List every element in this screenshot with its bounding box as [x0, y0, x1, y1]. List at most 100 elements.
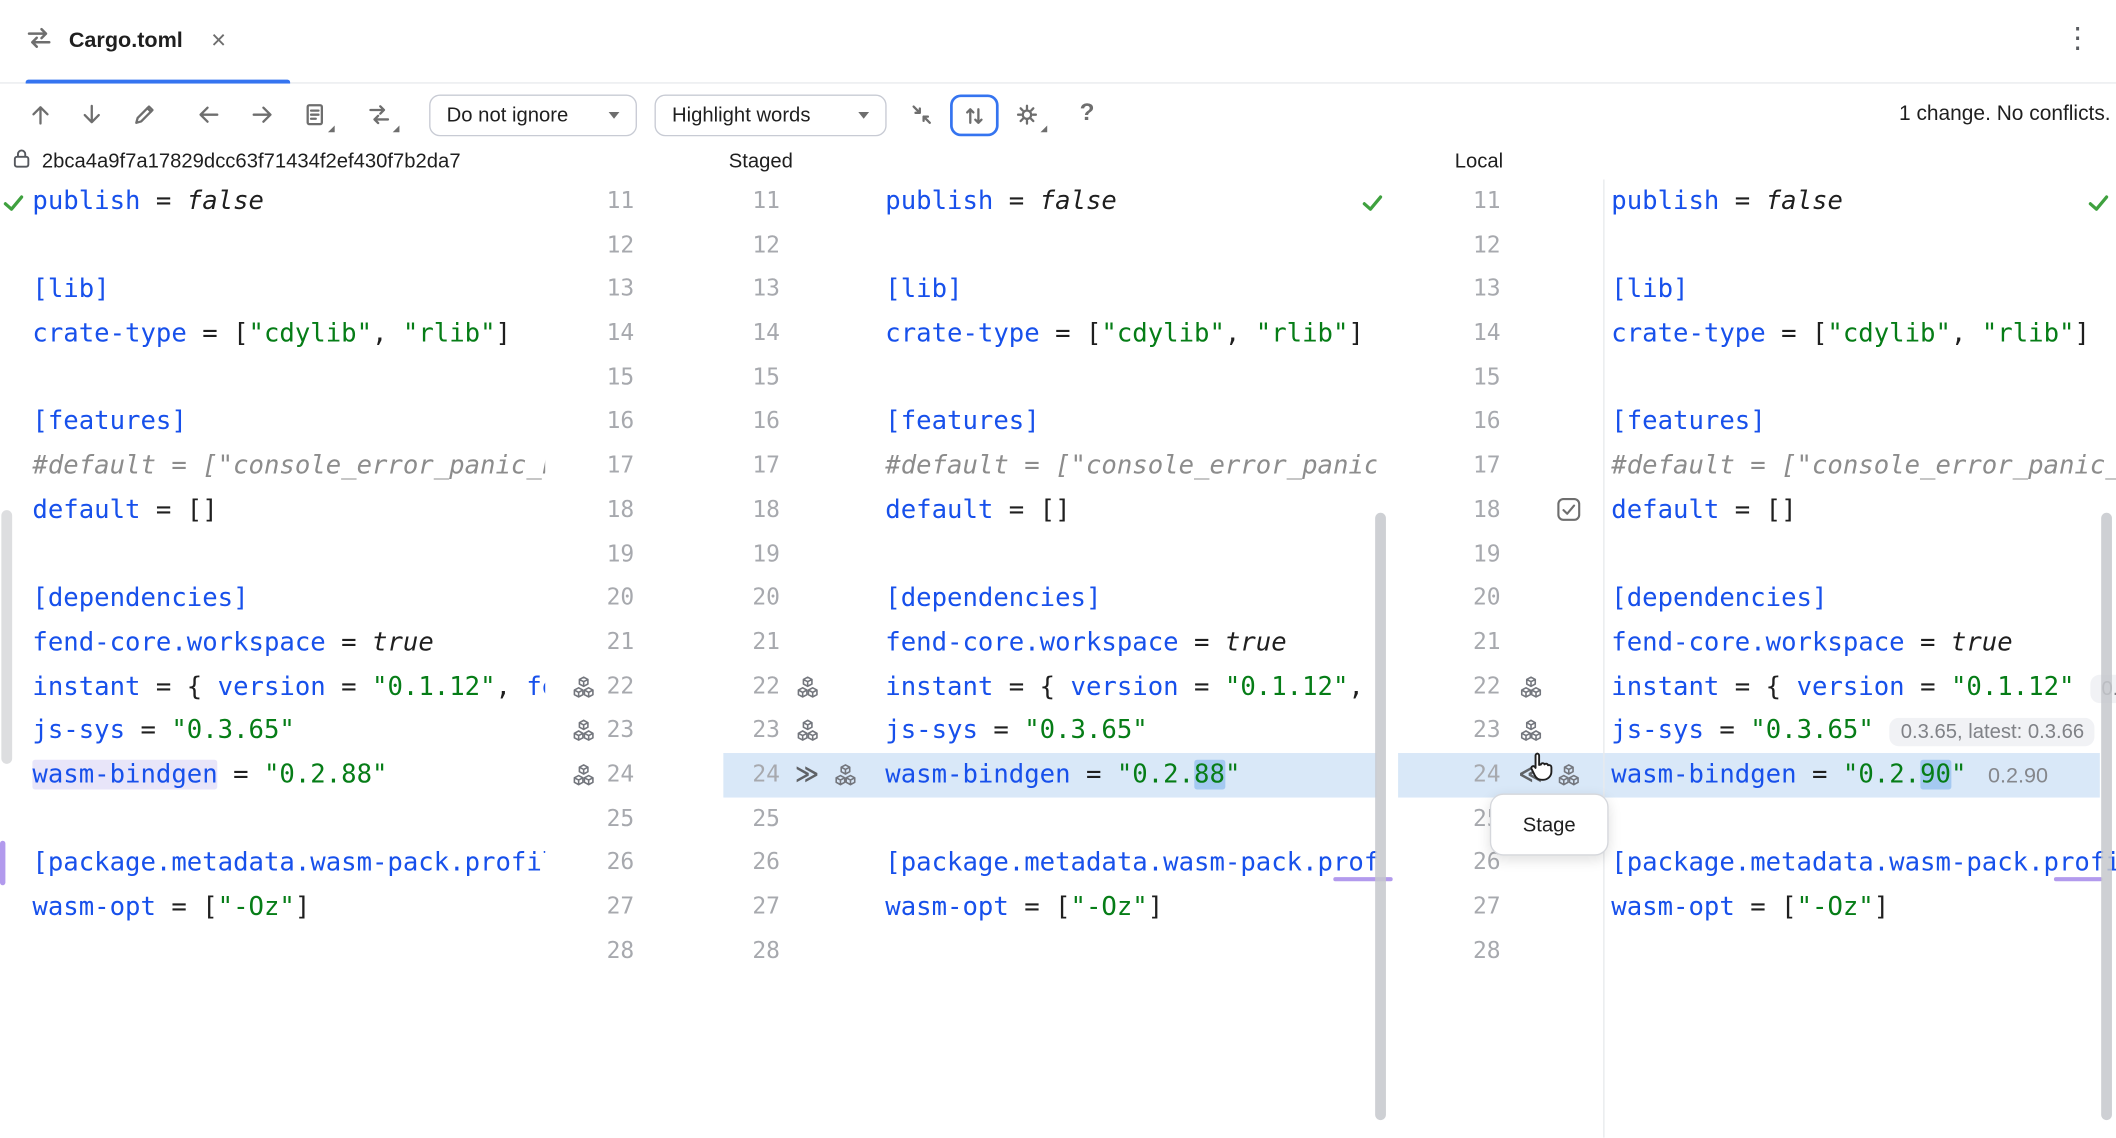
stage-tooltip-label: Stage [1523, 813, 1576, 836]
line-number: 12 [545, 224, 634, 268]
line-number: 27 [1412, 885, 1501, 929]
code-line: wasm-opt = ["-Oz"] [1606, 885, 2116, 929]
code-line: wasm-bindgen = "0.2.88" [0, 753, 545, 797]
code-line: [lib] [1606, 268, 2116, 312]
line-number: 24 [1412, 753, 1501, 797]
package-icon[interactable] [567, 716, 599, 746]
stage-tooltip[interactable]: Stage [1490, 794, 1609, 856]
code-line [880, 797, 1377, 841]
code-line: [package.metadata.wasm-pack.profile.rele… [880, 841, 1377, 885]
line-number: 25 [545, 797, 634, 841]
line-number: 19 [545, 532, 634, 576]
change-underline [2054, 877, 2103, 881]
line-number: 26 [691, 841, 780, 885]
code-line: fend-core.workspace = true [1606, 621, 2116, 665]
code-line [1606, 224, 2116, 268]
code-line: default = [] [880, 488, 1377, 532]
line-number: 19 [1412, 532, 1501, 576]
line-number: 15 [545, 356, 634, 400]
code-line: js-sys = "0.3.65" [0, 709, 545, 753]
code-line: [lib] [0, 268, 545, 312]
line-number: 28 [1412, 929, 1501, 973]
line-number: 12 [1412, 224, 1501, 268]
code-line [880, 929, 1377, 973]
package-icon[interactable] [567, 672, 599, 702]
line-number: 11 [1412, 179, 1501, 223]
package-icon[interactable] [829, 760, 861, 790]
line-number: 17 [1412, 444, 1501, 488]
line-number: 18 [1412, 488, 1501, 532]
code-line [1606, 532, 2116, 576]
line-number: 22 [1412, 665, 1501, 709]
code-line [880, 356, 1377, 400]
code-line [1606, 797, 2116, 841]
line-number: 20 [1412, 576, 1501, 620]
package-icon[interactable] [1514, 716, 1546, 746]
scrollbar-thumb[interactable] [1375, 513, 1386, 1120]
scrollbar-thumb[interactable] [2101, 513, 2112, 1120]
code-line [0, 224, 545, 268]
gutter-base: 111213141516171819202122232425262728 [545, 179, 634, 973]
line-number: 15 [691, 356, 780, 400]
code-line: publish = false [1606, 179, 2116, 223]
editor-staged[interactable]: publish = false[lib]crate-type = ["cdyli… [880, 179, 1377, 1137]
code-line [0, 532, 545, 576]
code-line: [dependencies] [880, 576, 1377, 620]
line-number: 16 [691, 400, 780, 444]
code-line: wasm-opt = ["-Oz"] [0, 885, 545, 929]
editor-local[interactable]: publish = false [lib]crate-type = ["cdyli… [1606, 179, 2116, 1137]
code-line: default = [] [0, 488, 545, 532]
line-number: 16 [545, 400, 634, 444]
include-change-checkbox[interactable] [1552, 495, 1584, 525]
gutter-local: 111213141516171819202122232425262728 [1412, 179, 1501, 973]
code-line: crate-type = ["cdylib", "rlib"] [1606, 312, 2116, 356]
line-number: 18 [545, 488, 634, 532]
line-number: 11 [691, 179, 780, 223]
line-number: 19 [691, 532, 780, 576]
editor-base[interactable]: publish = false[lib]crate-type = ["cdyli… [0, 179, 545, 1137]
code-line [880, 224, 1377, 268]
gutter-staged: 111213141516171819202122232425262728 [691, 179, 780, 973]
code-line: fend-core.workspace = true [880, 621, 1377, 665]
line-number: 13 [545, 268, 634, 312]
line-number: 25 [691, 797, 780, 841]
line-number: 11 [545, 179, 634, 223]
code-line: instant = { version = "0.1.12", features… [880, 665, 1377, 709]
code-line: wasm-bindgen = "0.2.88" [880, 753, 1377, 797]
line-number: 13 [1412, 268, 1501, 312]
change-stripe [0, 841, 5, 886]
apply-right-arrow-icon[interactable]: ≫ [791, 760, 823, 790]
code-line [0, 929, 545, 973]
line-number: 25 [1412, 797, 1501, 841]
code-line [1606, 356, 2116, 400]
three-way-diff: publish = false[lib]crate-type = ["cdyli… [0, 0, 2116, 1138]
line-number: 13 [691, 268, 780, 312]
code-line: default = [] [1606, 488, 2116, 532]
hand-cursor-icon [1522, 750, 1557, 792]
code-line: [features] [880, 400, 1377, 444]
applied-check-icon [2086, 190, 2110, 221]
package-icon[interactable] [791, 716, 823, 746]
code-line [1606, 929, 2116, 973]
code-line [0, 356, 545, 400]
package-icon[interactable] [567, 760, 599, 790]
package-icon[interactable] [791, 672, 823, 702]
package-icon[interactable] [1514, 672, 1546, 702]
code-line: [features] [1606, 400, 2116, 444]
code-line: [dependencies] [0, 576, 545, 620]
code-line: [lib] [880, 268, 1377, 312]
line-number: 28 [545, 929, 634, 973]
line-number: 21 [545, 621, 634, 665]
code-line [0, 797, 545, 841]
line-number: 21 [691, 621, 780, 665]
line-number: 14 [1412, 312, 1501, 356]
code-line: js-sys = "0.3.65" [880, 709, 1377, 753]
code-line: #default = ["console_error_panic_hook"] [0, 444, 545, 488]
applied-check-icon [1360, 190, 1384, 221]
line-number: 17 [691, 444, 780, 488]
line-number: 12 [691, 224, 780, 268]
line-number: 23 [1412, 709, 1501, 753]
scrollbar-thumb[interactable] [1, 510, 12, 764]
line-number: 16 [1412, 400, 1501, 444]
code-line: fend-core.workspace = true [0, 621, 545, 665]
